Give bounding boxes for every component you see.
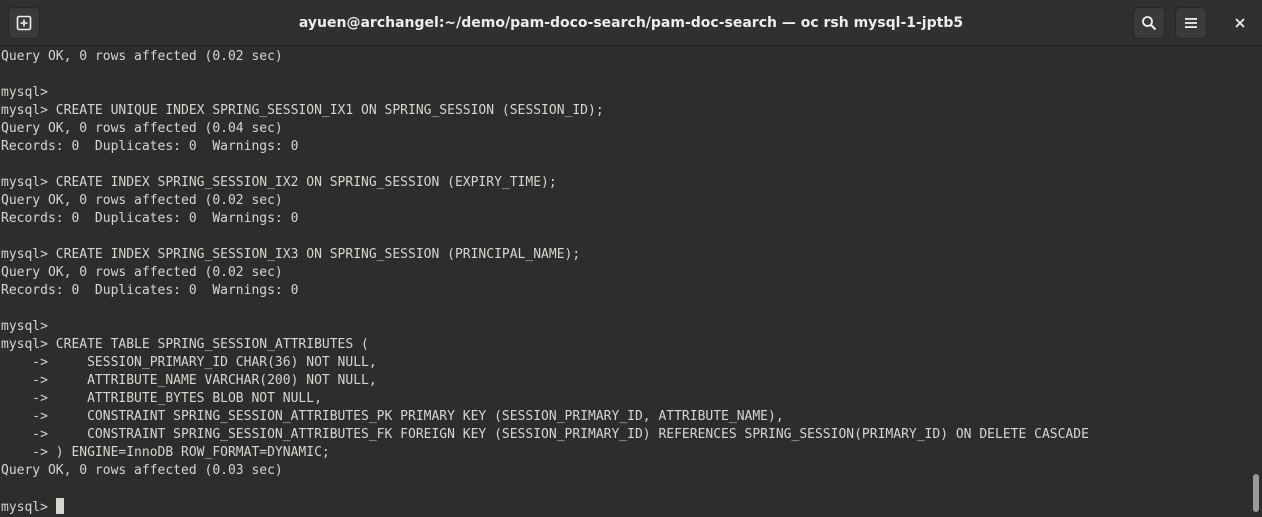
close-icon (1234, 17, 1246, 29)
terminal-line: mysql> CREATE INDEX SPRING_SESSION_IX2 O… (1, 175, 557, 190)
terminal-line: -> SESSION_PRIMARY_ID CHAR(36) NOT NULL, (1, 355, 377, 370)
prompt-line[interactable]: mysql> (1, 498, 64, 516)
search-button[interactable] (1133, 7, 1165, 39)
terminal-line: mysql> (1, 319, 48, 334)
prompt-text: mysql> (1, 500, 56, 515)
terminal-line: -> ATTRIBUTE_BYTES BLOB NOT NULL, (1, 391, 322, 406)
terminal-line: -> ) ENGINE=InnoDB ROW_FORMAT=DYNAMIC; (1, 445, 330, 460)
search-icon (1141, 15, 1157, 31)
terminal-line: -> CONSTRAINT SPRING_SESSION_ATTRIBUTES_… (1, 427, 1089, 442)
new-tab-button[interactable] (8, 7, 40, 39)
terminal-line: Query OK, 0 rows affected (0.02 sec) (1, 49, 283, 64)
terminal-line: -> CONSTRAINT SPRING_SESSION_ATTRIBUTES_… (1, 409, 784, 424)
text-cursor (55, 498, 64, 514)
terminal-line: Query OK, 0 rows affected (0.02 sec) (1, 265, 283, 280)
terminal-line: Query OK, 0 rows affected (0.04 sec) (1, 121, 283, 136)
terminal-line: -> ATTRIBUTE_NAME VARCHAR(200) NOT NULL, (1, 373, 377, 388)
terminal-line: Records: 0 Duplicates: 0 Warnings: 0 (1, 139, 299, 154)
terminal-line: Query OK, 0 rows affected (0.03 sec) (1, 463, 283, 478)
hamburger-menu-icon (1184, 16, 1198, 30)
window-title: ayuen@archangel:~/demo/pam-doco-search/p… (298, 15, 964, 31)
vertical-scrollbar[interactable] (1250, 46, 1262, 517)
new-tab-icon (16, 15, 32, 31)
terminal-line: Query OK, 0 rows affected (0.02 sec) (1, 193, 283, 208)
terminal-line: Records: 0 Duplicates: 0 Warnings: 0 (1, 283, 299, 298)
terminal-line: mysql> (1, 85, 48, 100)
terminal-line: mysql> CREATE UNIQUE INDEX SPRING_SESSIO… (1, 103, 604, 118)
main-menu-button[interactable] (1175, 7, 1207, 39)
title-bar[interactable]: ayuen@archangel:~/demo/pam-doco-search/p… (0, 0, 1262, 46)
terminal-line: mysql> CREATE INDEX SPRING_SESSION_IX3 O… (1, 247, 581, 262)
terminal-output[interactable]: Query OK, 0 rows affected (0.02 sec) mys… (0, 46, 1250, 517)
terminal-line: Records: 0 Duplicates: 0 Warnings: 0 (1, 211, 299, 226)
terminal-line: mysql> CREATE TABLE SPRING_SESSION_ATTRI… (1, 337, 369, 352)
scrollbar-thumb[interactable] (1253, 474, 1259, 512)
close-button[interactable] (1224, 7, 1256, 39)
terminal-window: ayuen@archangel:~/demo/pam-doco-search/p… (0, 0, 1262, 517)
